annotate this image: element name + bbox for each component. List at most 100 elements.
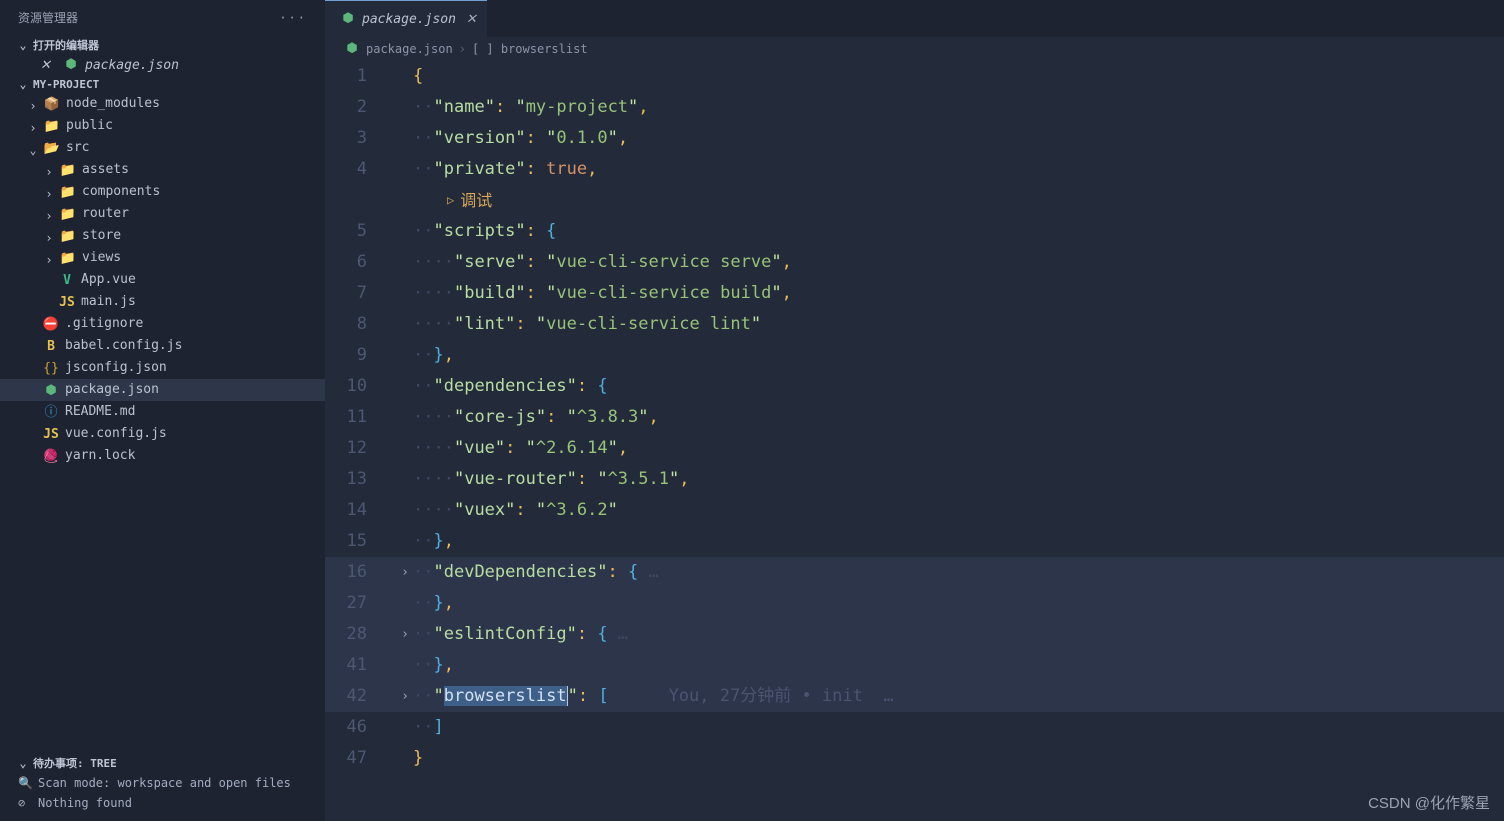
scan-mode-label: Scan mode: workspace and open files (38, 776, 291, 790)
code-line[interactable]: 41··}, (325, 650, 1504, 681)
tree-folder[interactable]: ›📁components (0, 181, 325, 203)
chevron-right-icon: › (26, 119, 40, 133)
ic-folder-icon: 📁 (59, 228, 77, 244)
editor: ⬢ package.json ✕ ⬢ package.json › [ ] br… (325, 0, 1504, 821)
open-editor-item[interactable]: ✕ ⬢ package.json (0, 55, 325, 75)
code-line[interactable]: 46··] (325, 712, 1504, 743)
code-line[interactable]: 16›··"devDependencies": { … (325, 557, 1504, 588)
tree-label: vue.config.js (65, 425, 167, 443)
open-editor-label: package.json (85, 58, 179, 73)
ic-git-icon: ⛔ (42, 316, 60, 332)
tree-label: node_modules (66, 95, 160, 113)
nothing-found-label: Nothing found (38, 796, 132, 810)
code-line[interactable]: 10··"dependencies": { (325, 371, 1504, 402)
section-project[interactable]: ⌄ MY-PROJECT (0, 75, 325, 93)
ic-vue-icon: V (58, 272, 76, 288)
section-open-editors[interactable]: ⌄ 打开的编辑器 (0, 35, 325, 55)
breadcrumb[interactable]: ⬢ package.json › [ ] browserslist (325, 37, 1504, 61)
line-number: 11 (325, 402, 397, 433)
tree-label: router (82, 205, 129, 223)
search-icon: 🔍 (18, 776, 38, 790)
tree-folder[interactable]: ›📁store (0, 225, 325, 247)
tree-file[interactable]: ⛔ .gitignore (0, 313, 325, 335)
code-line[interactable]: 9··}, (325, 340, 1504, 371)
close-icon[interactable]: ✕ (466, 12, 477, 27)
code-line[interactable]: 28›··"eslintConfig": { … (325, 619, 1504, 650)
tree-file[interactable]: JSvue.config.js (0, 423, 325, 445)
tree-folder[interactable]: ›📁assets (0, 159, 325, 181)
explorer-header: 资源管理器 ··· (0, 0, 325, 35)
scan-mode-row[interactable]: 🔍 Scan mode: workspace and open files (0, 773, 325, 793)
code-line[interactable]: 8····"lint": "vue-cli-service lint" (325, 309, 1504, 340)
code-line[interactable]: 27··}, (325, 588, 1504, 619)
tree-label: README.md (65, 403, 135, 421)
code-line[interactable]: 42›··"browserslist": [You, 27分钟前 • init … (325, 681, 1504, 712)
nothing-found-row: ⊘ Nothing found (0, 793, 325, 813)
section-todo[interactable]: ⌄ 待办事项: TREE (0, 753, 325, 773)
ic-js-icon: JS (58, 294, 76, 310)
ic-info-icon: ⓘ (42, 404, 60, 420)
tree-label: components (82, 183, 160, 201)
ic-yarn-icon: 🧶 (42, 448, 60, 464)
ic-npm-icon: ⬢ (42, 382, 60, 398)
line-number: 8 (325, 309, 397, 340)
code-line[interactable]: 1{ (325, 61, 1504, 92)
tab-bar: ⬢ package.json ✕ (325, 0, 1504, 37)
line-number: 47 (325, 743, 397, 774)
chevron-right-icon: › (459, 42, 466, 56)
chevron-right-icon: › (42, 163, 56, 177)
tree-file[interactable]: ⬢ package.json (0, 379, 325, 401)
code-area[interactable]: 1{2··"name": "my-project",3··"version": … (325, 61, 1504, 821)
fold-icon[interactable]: › (397, 619, 413, 650)
line-number: 13 (325, 464, 397, 495)
line-number: 7 (325, 278, 397, 309)
line-number: 27 (325, 588, 397, 619)
close-icon[interactable]: ✕ (40, 58, 54, 73)
code-line[interactable]: 14····"vuex": "^3.6.2" (325, 495, 1504, 526)
chevron-right-icon: › (42, 229, 56, 243)
npm-icon: ⬢ (62, 57, 80, 73)
code-line[interactable]: 13····"vue-router": "^3.5.1", (325, 464, 1504, 495)
code-line[interactable]: 6····"serve": "vue-cli-service serve", (325, 247, 1504, 278)
tree-folder[interactable]: ›📁router (0, 203, 325, 225)
tree-label: package.json (65, 381, 159, 399)
tree-label: App.vue (81, 271, 136, 289)
code-line[interactable]: 2··"name": "my-project", (325, 92, 1504, 123)
tree-file[interactable]: 🧶 yarn.lock (0, 445, 325, 467)
explorer-more-icon[interactable]: ··· (279, 11, 307, 25)
tree-folder[interactable]: ›📁views (0, 247, 325, 269)
fold-icon[interactable]: › (397, 557, 413, 588)
code-line[interactable]: 47} (325, 743, 1504, 774)
code-line[interactable]: 4··"private": true, (325, 154, 1504, 185)
fold-icon[interactable]: › (397, 681, 413, 712)
open-editors-title: 打开的编辑器 (33, 37, 99, 53)
code-line[interactable]: 12····"vue": "^2.6.14", (325, 433, 1504, 464)
tree-file[interactable]: V App.vue (0, 269, 325, 291)
tree-label: yarn.lock (65, 447, 135, 465)
breadcrumb-key[interactable]: browserslist (501, 42, 588, 56)
line-number: 46 (325, 712, 397, 743)
tree-folder[interactable]: ⌄📂src (0, 137, 325, 159)
breadcrumb-file[interactable]: package.json (366, 42, 453, 56)
code-line[interactable]: 11····"core-js": "^3.8.3", (325, 402, 1504, 433)
code-line[interactable]: 5··"scripts": { (325, 216, 1504, 247)
tree-label: .gitignore (65, 315, 143, 333)
tree-file[interactable]: JSmain.js (0, 291, 325, 313)
tree-file[interactable]: Bbabel.config.js (0, 335, 325, 357)
tree-file[interactable]: ⓘ README.md (0, 401, 325, 423)
debug-codelens[interactable]: ▷调试 (413, 185, 492, 216)
tree-label: views (82, 249, 121, 267)
code-line[interactable]: 15··}, (325, 526, 1504, 557)
line-number: 4 (325, 154, 397, 185)
tab-label: package.json (362, 12, 456, 27)
ic-folder-icon: 📦 (43, 96, 61, 112)
tree-folder[interactable]: ›📁public (0, 115, 325, 137)
tab-package-json[interactable]: ⬢ package.json ✕ (325, 0, 487, 37)
ic-folder-open-icon: 📂 (43, 140, 61, 156)
code-line[interactable]: 7····"build": "vue-cli-service build", (325, 278, 1504, 309)
tree-label: public (66, 117, 113, 135)
code-line[interactable]: 3··"version": "0.1.0", (325, 123, 1504, 154)
play-icon: ▷ (447, 185, 454, 216)
tree-folder[interactable]: ›📦node_modules (0, 93, 325, 115)
tree-file[interactable]: {}jsconfig.json (0, 357, 325, 379)
